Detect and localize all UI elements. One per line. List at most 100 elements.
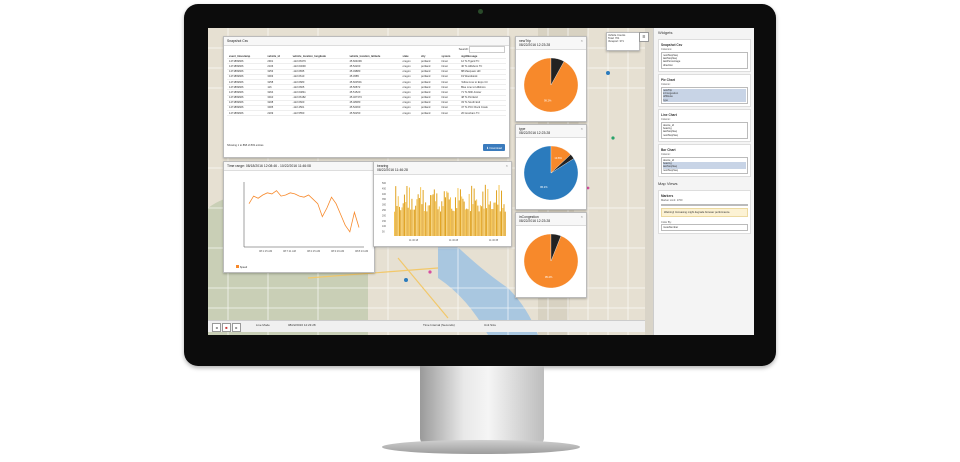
bearing-bar — [466, 208, 468, 236]
bearing-bar — [482, 191, 484, 236]
bearing-bar — [499, 211, 501, 236]
pie-chart: 86.2% 13.8% — [523, 145, 579, 201]
table-row[interactable]: 1471869666 2209 -122.5550 45.50250 oregon por… — [227, 110, 506, 117]
table-cell: 2209 — [265, 110, 291, 117]
pie-chart: 95.4% — [523, 233, 579, 289]
snapshot-widget[interactable]: Snapshot Csv Columns: nextStopSeq lastSto… — [658, 39, 751, 72]
bar-columns-select[interactable]: device_id bearing lastStopSeq nextStopSeq — [661, 157, 748, 174]
pie-date: 08/22/2016 12:23:28 — [519, 219, 551, 223]
pie-slice-label: 95.4% — [545, 275, 553, 279]
close-icon[interactable]: × — [506, 163, 508, 168]
bearing-bar — [477, 205, 479, 236]
bearing-bar — [430, 195, 432, 236]
select-option[interactable]: direction — [663, 64, 746, 67]
bearing-bar — [463, 201, 465, 236]
bearing-bar-chart: 500 450 400 350 300 250 200 150 100 50 11:46:18 11:… — [382, 182, 506, 242]
legend-speed: Speed — [236, 265, 247, 269]
marker-limit-slider[interactable] — [661, 204, 748, 206]
markers-widget[interactable]: Markers Marker Limit: 1700 Warning! Incr… — [658, 190, 751, 234]
bearing-bar — [483, 208, 485, 236]
line-widget[interactable]: Line Chart Column: device_id bearing lastS… — [658, 109, 751, 142]
bearing-bar — [452, 210, 454, 236]
pie-date: 08/22/2016 12:23:28 — [519, 131, 551, 135]
bearing-bar — [423, 211, 425, 236]
pie-title: newTrip 08/22/2016 12:23:28 — [516, 37, 586, 50]
table-cell: portland — [418, 110, 440, 117]
stop-icon[interactable]: ■ — [222, 323, 231, 332]
pie-slice-label: 99.2% — [544, 99, 552, 103]
bearing-bar — [397, 196, 399, 236]
marker-limit-label: Marker Limit: 1700 — [661, 199, 748, 202]
bearing-bar — [418, 197, 420, 236]
table-cell: 1471869666 — [227, 110, 266, 117]
bearing-bar — [395, 186, 397, 236]
select-option[interactable]: type — [663, 98, 746, 102]
bearing-bar — [427, 205, 429, 236]
close-icon[interactable]: × — [581, 38, 583, 43]
y-tick-label: 50 — [382, 231, 385, 234]
layers-icon[interactable]: ≡ — [639, 32, 649, 42]
x-tick-label: 08:8:13 AM — [355, 249, 368, 253]
bearing-bar — [433, 189, 435, 236]
line-columns-select[interactable]: device_id bearing lastStopSeq nextStopSeq — [661, 122, 748, 139]
bearing-title: bearing 08/22/2016 11:46:28 — [374, 162, 511, 175]
bearing-bar — [456, 208, 458, 236]
snapshot-columns-select[interactable]: nextStopSeq lastStopSeq lastPercentage dire… — [661, 52, 748, 69]
marker-limit-value: 1700 — [676, 199, 683, 202]
bearing-bar — [410, 209, 412, 236]
x-tick-label: 08:3:19 AM — [331, 249, 344, 253]
pie-widget[interactable]: Pie Chart Column: newTrip inCongestion off… — [658, 74, 751, 107]
y-tick-label: 100 — [382, 225, 387, 228]
y-tick-label: 200 — [382, 214, 387, 217]
bearing-bar — [468, 193, 470, 236]
webcam-dot — [478, 9, 483, 14]
table-cell: 45.50250 — [347, 110, 401, 117]
y-tick-label: 400 — [382, 193, 387, 196]
select-option[interactable]: nextStopSeq — [663, 134, 746, 137]
close-icon[interactable]: × — [581, 214, 583, 219]
select-option[interactable]: nextStopSeq — [663, 169, 746, 172]
legend-swatch — [236, 265, 239, 268]
bearing-bar — [411, 198, 413, 236]
download-button[interactable]: ⬇ Download — [483, 144, 505, 151]
bearing-panel: bearing 08/22/2016 11:46:28 × 500 450 400 35… — [373, 161, 512, 247]
pie-columns-select[interactable]: newTrip inCongestion offRoute type — [661, 87, 748, 104]
search-input[interactable] — [469, 46, 505, 53]
bearing-bar — [504, 211, 506, 236]
bearing-bar — [441, 201, 443, 236]
bearing-bar — [432, 194, 434, 236]
bearing-bar — [425, 202, 427, 236]
color-by-select[interactable]: routeNumber — [661, 223, 748, 231]
x-tick-label: 08:7:11 AM — [283, 249, 296, 253]
speed-series-line — [248, 190, 360, 233]
prev-icon[interactable]: ◂ — [212, 323, 221, 332]
next-icon[interactable]: ▸ — [232, 323, 241, 332]
timestamp-display: 08/22/2016 12:23:28 — [288, 323, 316, 327]
bearing-bar — [438, 206, 440, 236]
snapshot-csv-panel: Snapshot Csv Search: event_timestamp vehi… — [223, 36, 510, 158]
bearing-bar — [469, 211, 471, 236]
close-icon[interactable]: × — [581, 126, 583, 131]
table-cell: trimet — [439, 110, 460, 117]
table-cell: 20 Gresham TC — [459, 110, 506, 117]
bearing-bar — [464, 209, 466, 236]
time-interval-select[interactable]: Time Interval (Seconds) — [423, 323, 455, 327]
bar-widget[interactable]: Bar Chart Column: device_id bearing lastSt… — [658, 144, 751, 177]
bearing-bar — [489, 201, 491, 236]
y-tick-label: 150 — [382, 220, 387, 223]
bearing-bar — [450, 197, 451, 236]
unit-size-select[interactable]: Unit Size — [484, 323, 496, 327]
bearing-bar — [451, 208, 453, 236]
viewport-value: 371 — [619, 40, 624, 43]
y-tick-label: 300 — [382, 204, 387, 207]
bearing-bar — [412, 209, 414, 236]
bearing-bar — [417, 194, 419, 236]
bearing-bar — [453, 211, 455, 236]
x-tick-label: 11:46:18 — [409, 239, 419, 242]
bearing-bar — [408, 187, 410, 236]
bearing-bar — [421, 204, 423, 236]
bearing-bar — [461, 196, 463, 236]
bearing-bar — [484, 184, 486, 236]
bearing-bar — [442, 206, 444, 236]
live-mode-toggle[interactable]: Live Mode — [256, 323, 270, 327]
